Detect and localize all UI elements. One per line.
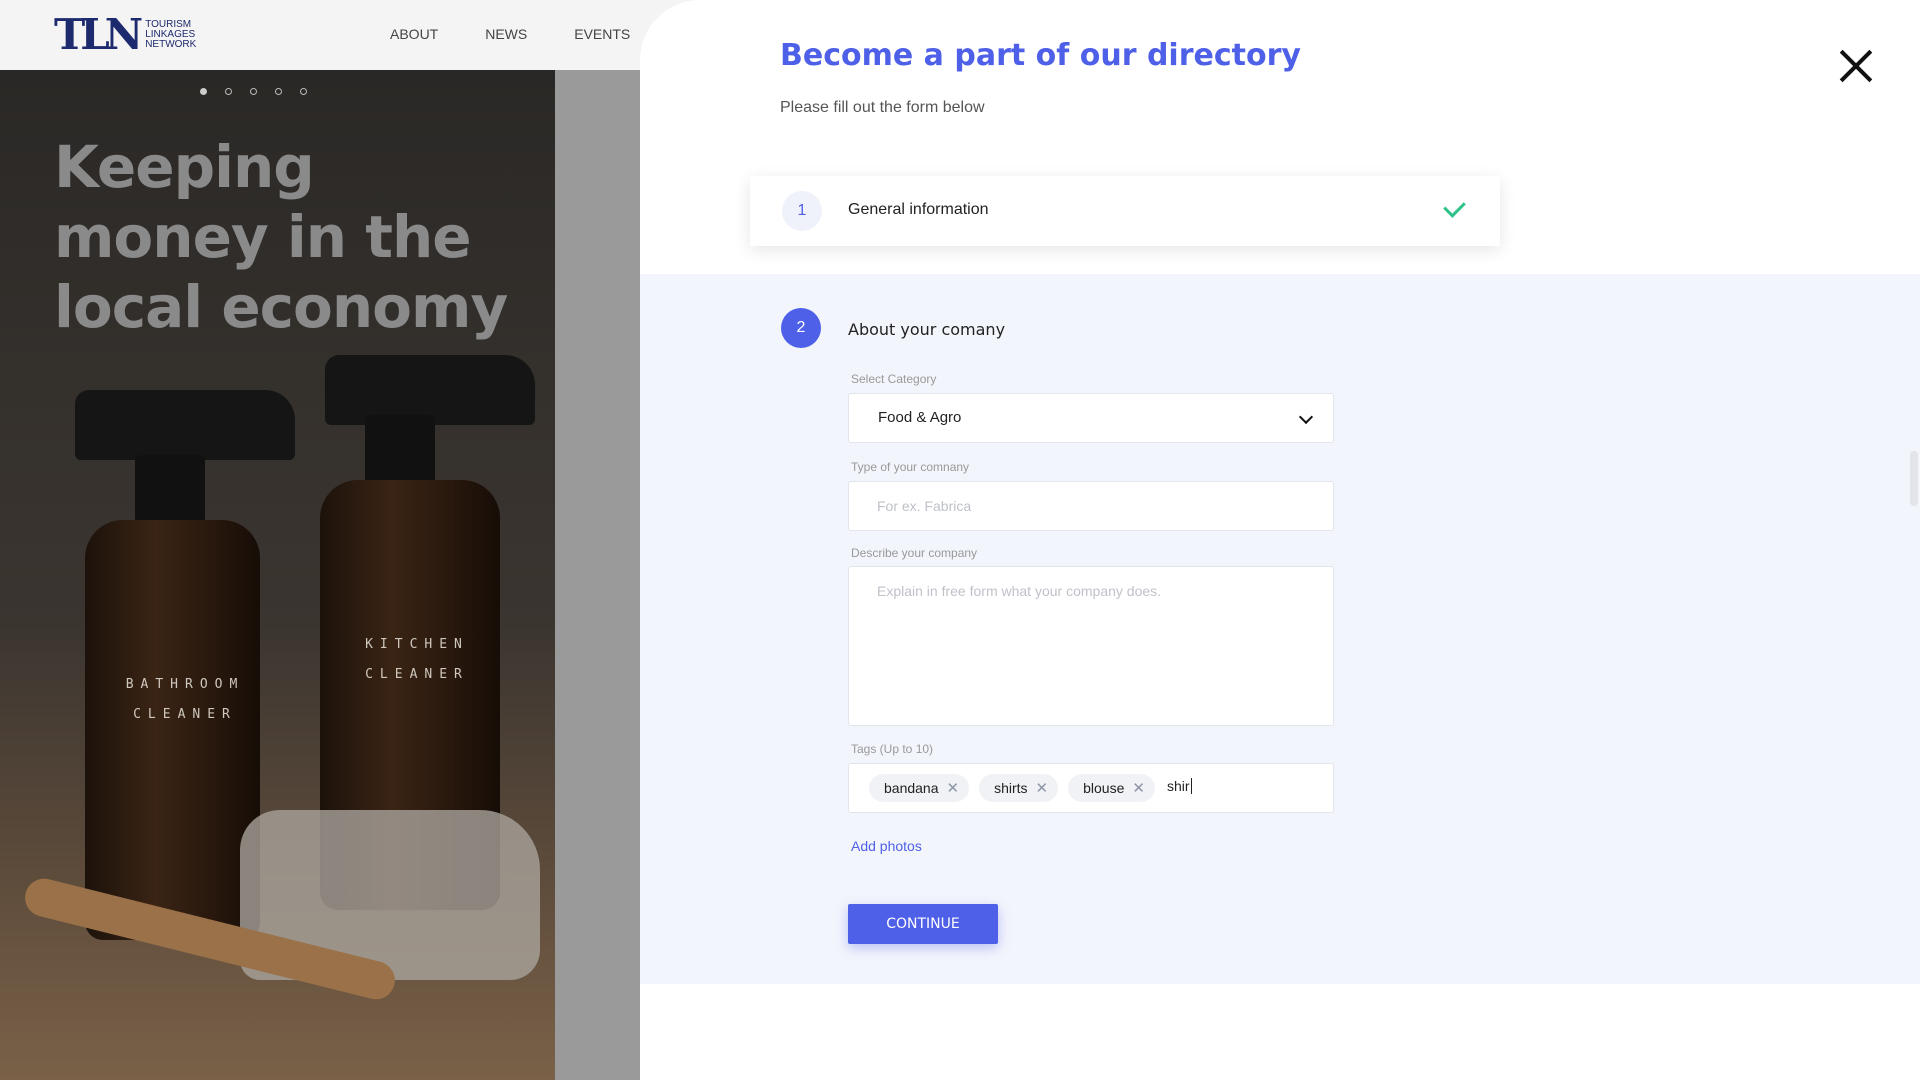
carousel-dot[interactable] [250,88,257,95]
add-photos-link[interactable]: Add photos [851,838,922,854]
bottle-left [85,520,260,940]
tag-typing-text[interactable]: shir [1167,778,1192,794]
category-select[interactable]: Food & Agro [848,393,1334,443]
bottle-label-left: BATHROOM CLEANER [125,677,245,722]
logo-text-line: NETWORK [145,39,197,50]
logo-text: TOURISM LINKAGES NETWORK [145,20,196,50]
step-about-company: 2 About your comany Select Category Food… [640,274,1920,984]
bottle-neck-right [365,415,435,490]
modal-title: Become a part of our directory [780,38,1301,73]
carousel-dot[interactable] [200,88,207,95]
site-nav: ABOUT NEWS EVENTS [390,26,677,42]
check-icon [1443,195,1466,218]
tag-chip: blouse ✕ [1068,774,1155,802]
nav-about[interactable]: ABOUT [390,26,438,42]
tag-label: shirts [994,780,1028,796]
remove-tag-icon[interactable]: ✕ [947,779,960,797]
carousel-dot[interactable] [300,88,307,95]
remove-tag-icon[interactable]: ✕ [1132,779,1145,797]
directory-modal: Become a part of our directory Please fi… [640,0,1920,1080]
step-number: 1 [782,191,822,231]
modal-subtitle: Please fill out the form below [780,99,985,116]
hero-title: Keeping money in the local economy [54,133,508,341]
tag-label: blouse [1083,780,1125,796]
hero-side-panel [555,70,640,1080]
remove-tag-icon[interactable]: ✕ [1036,779,1049,797]
description-textarea[interactable] [849,567,1333,725]
tag-chip: shirts ✕ [979,774,1059,802]
sprayer-left [75,390,295,460]
continue-button[interactable]: CONTINUE [848,904,998,944]
company-type-label: Type of your comnany [851,460,970,474]
close-icon[interactable] [1837,47,1875,85]
tag-label: bandana [884,780,939,796]
step-label: General information [848,201,989,218]
logo-mark: TLN [54,10,143,59]
description-field [848,566,1334,726]
category-value: Food & Agro [878,409,962,426]
step-number: 2 [781,308,821,348]
company-type-input[interactable] [849,482,1333,530]
scrollbar-thumb[interactable] [1910,451,1918,506]
chevron-down-icon [1298,409,1314,425]
site-logo[interactable]: TLN TOURISM LINKAGES NETWORK [54,14,196,56]
tag-chip: bandana ✕ [869,774,970,802]
carousel-dot[interactable] [225,88,232,95]
tags-input[interactable]: bandana ✕ shirts ✕ blouse ✕ shir [848,763,1334,813]
company-type-field [848,481,1334,531]
step-label: About your comany [848,320,1006,339]
carousel-dot[interactable] [275,88,282,95]
bottle-label-right: KITCHEN CLEANER [365,637,469,682]
description-label: Describe your company [851,546,978,560]
carousel-dots [200,88,325,95]
step-general-information[interactable]: 1 General information [750,176,1500,246]
category-label: Select Category [851,372,937,386]
tags-label: Tags (Up to 10) [851,742,934,756]
nav-events[interactable]: EVENTS [574,26,630,42]
nav-news[interactable]: NEWS [485,26,527,42]
